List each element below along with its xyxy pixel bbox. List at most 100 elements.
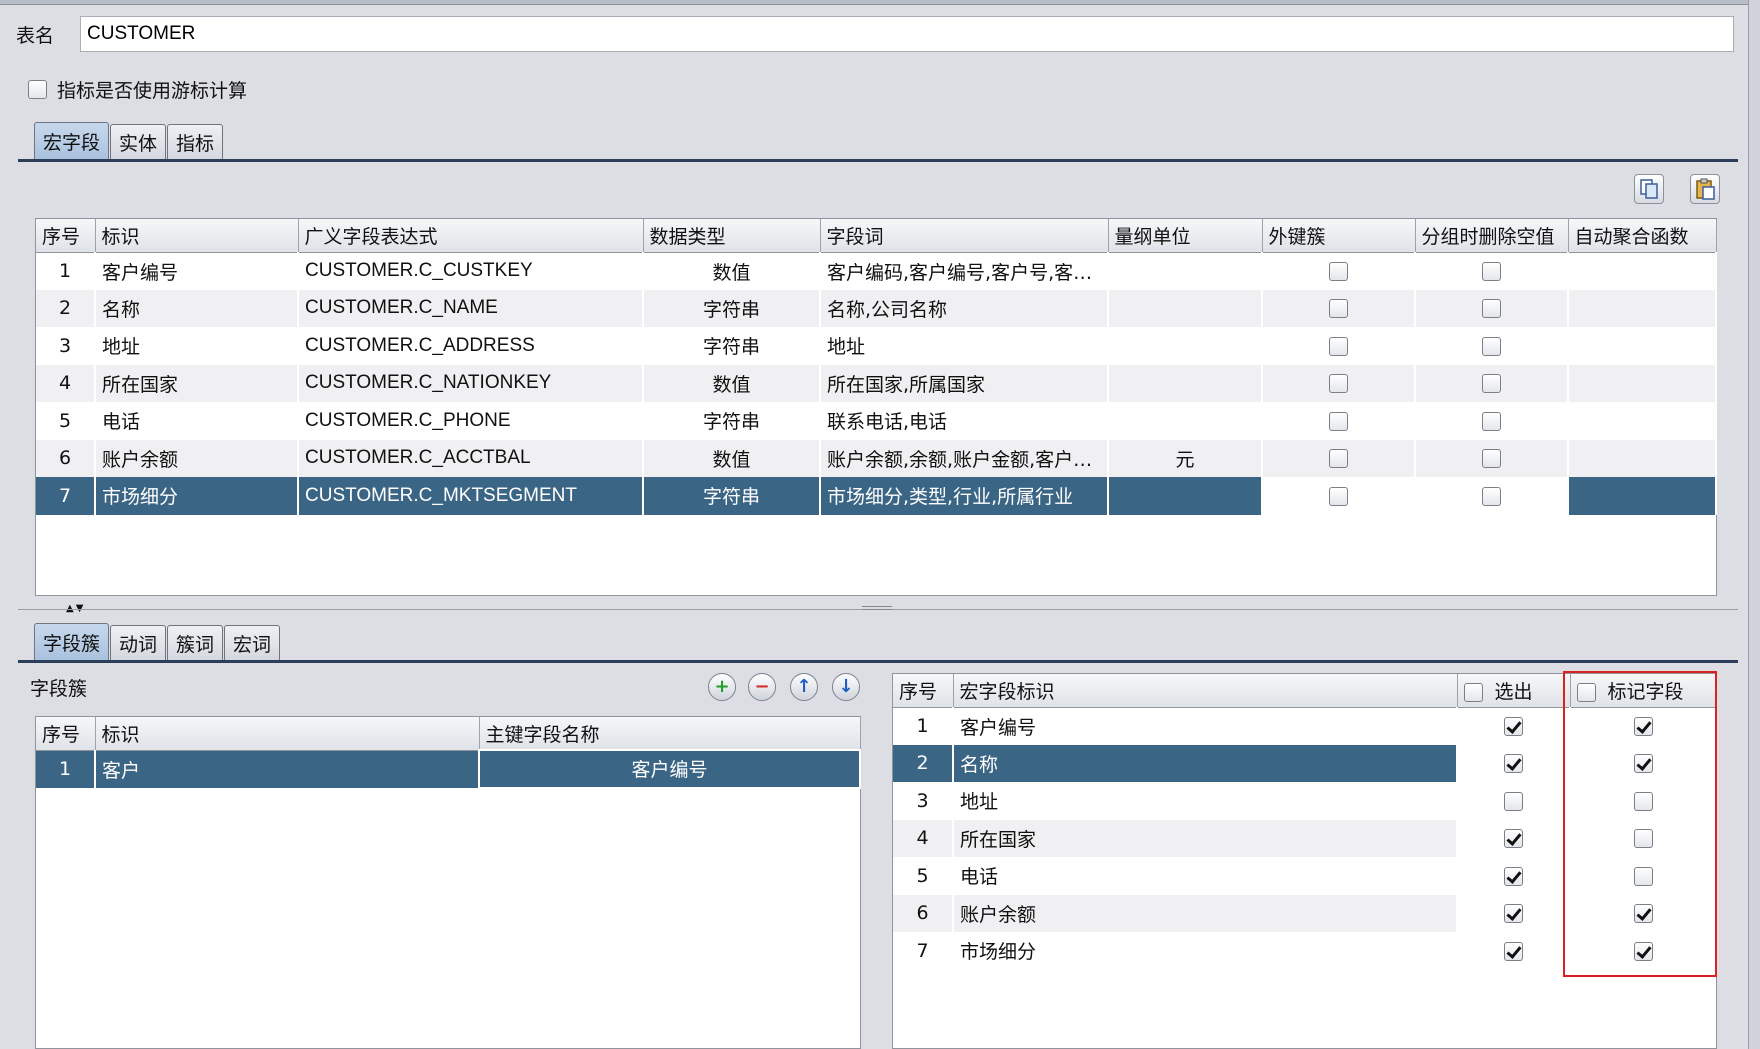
col-header-no[interactable]: 序号 [893, 674, 954, 708]
fk-checkbox[interactable] [1329, 262, 1348, 281]
cell-drop-null[interactable] [1415, 252, 1569, 290]
cell-id[interactable]: 账户余额 [95, 439, 299, 477]
table-row[interactable]: 6 账户余额 CUSTOMER.C_ACCTBAL 数值 账户余额,余额,账户金… [36, 439, 1717, 477]
col-header-no[interactable]: 序号 [36, 219, 96, 253]
tab-cluster-word[interactable]: 簇词 [167, 625, 224, 661]
fk-checkbox[interactable] [1329, 336, 1348, 356]
fk-checkbox[interactable] [1329, 486, 1348, 506]
cell-words[interactable]: 联系电话,电话 [820, 402, 1109, 440]
cell-macro-id[interactable]: 名称 [953, 744, 1458, 782]
cursor-option[interactable]: 指标是否使用游标计算 [28, 76, 247, 103]
select-checkbox[interactable] [1504, 791, 1523, 811]
cell-type[interactable]: 字符串 [643, 289, 821, 327]
select-checkbox[interactable] [1504, 754, 1523, 774]
col-header-select[interactable]: 选出 [1457, 674, 1571, 708]
table-row[interactable]: 5 电话 CUSTOMER.C_PHONE 字符串 联系电话,电话 [36, 402, 1717, 440]
cell-fk[interactable] [1262, 477, 1416, 515]
select-checkbox[interactable] [1504, 941, 1523, 961]
table-row-selected[interactable]: 1 客户 客户编号 [36, 749, 861, 789]
cell-macro-id[interactable]: 市场细分 [953, 932, 1458, 970]
cell-select[interactable] [1457, 894, 1571, 932]
cell-drop-null[interactable] [1415, 364, 1569, 402]
col-header-key-field[interactable]: 主键字段名称 [479, 717, 861, 751]
drop-null-checkbox[interactable] [1482, 411, 1501, 431]
table-name-input[interactable] [80, 16, 1734, 52]
cell-type[interactable]: 数值 [643, 439, 821, 477]
tab-verb[interactable]: 动词 [110, 625, 167, 661]
select-checkbox[interactable] [1504, 829, 1523, 849]
cell-words[interactable]: 所在国家,所属国家 [820, 364, 1109, 402]
fk-checkbox[interactable] [1329, 411, 1348, 431]
cell-expr[interactable]: CUSTOMER.C_CUSTKEY [298, 252, 644, 290]
cell-agg[interactable] [1568, 402, 1717, 440]
cell-select[interactable] [1457, 932, 1571, 970]
fk-checkbox[interactable] [1329, 449, 1348, 469]
drop-null-checkbox[interactable] [1482, 449, 1501, 469]
tab-macro-field[interactable]: 宏字段 [34, 122, 110, 160]
cell-macro-id[interactable]: 地址 [953, 782, 1458, 820]
cell-type[interactable]: 字符串 [643, 327, 821, 365]
cell-expr[interactable]: CUSTOMER.C_NATIONKEY [298, 364, 644, 402]
drop-null-checkbox[interactable] [1482, 374, 1501, 394]
cell-fk[interactable] [1262, 402, 1416, 440]
table-row[interactable]: 4 所在国家 CUSTOMER.C_NATIONKEY 数值 所在国家,所属国家 [36, 364, 1717, 402]
cell-id[interactable]: 客户编号 [95, 252, 299, 290]
cell-fk[interactable] [1262, 364, 1416, 402]
table-row[interactable]: 1 客户编号 CUSTOMER.C_CUSTKEY 数值 客户编码,客户编号,客… [36, 252, 1717, 290]
cell-expr[interactable]: CUSTOMER.C_NAME [298, 289, 644, 327]
cell-id[interactable]: 市场细分 [95, 477, 299, 515]
cell-id[interactable]: 地址 [95, 327, 299, 365]
move-up-icon[interactable]: ↑ [790, 673, 818, 701]
cell-unit[interactable] [1108, 252, 1263, 290]
select-all-checkbox[interactable] [1463, 682, 1483, 702]
col-header-id[interactable]: 标识 [95, 219, 299, 253]
select-checkbox[interactable] [1504, 717, 1523, 736]
cell-unit[interactable] [1108, 364, 1263, 402]
tab-field-cluster[interactable]: 字段簇 [34, 623, 110, 661]
cell-agg[interactable] [1568, 252, 1717, 290]
cell-words[interactable]: 账户余额,余额,账户金额,客户账... [820, 439, 1109, 477]
cell-type[interactable]: 字符串 [643, 477, 821, 515]
cell-drop-null[interactable] [1415, 402, 1569, 440]
cell-id[interactable]: 电话 [95, 402, 299, 440]
col-header-expr[interactable]: 广义字段表达式 [298, 219, 644, 253]
cell-select[interactable] [1457, 707, 1571, 745]
cell-expr[interactable]: CUSTOMER.C_ADDRESS [298, 327, 644, 365]
tab-macro-word[interactable]: 宏词 [224, 625, 281, 661]
col-header-words[interactable]: 字段词 [820, 219, 1109, 253]
cell-fk[interactable] [1262, 327, 1416, 365]
drop-null-checkbox[interactable] [1482, 299, 1501, 319]
cell-agg[interactable] [1568, 289, 1717, 327]
table-row[interactable]: 2 名称 CUSTOMER.C_NAME 字符串 名称,公司名称 [36, 289, 1717, 327]
cell-fk[interactable] [1262, 289, 1416, 327]
move-down-icon[interactable]: ↓ [832, 673, 860, 701]
cell-agg[interactable] [1568, 327, 1717, 365]
cell-select[interactable] [1457, 857, 1571, 895]
col-header-fk[interactable]: 外键簇 [1262, 219, 1416, 253]
cell-expr[interactable]: CUSTOMER.C_PHONE [298, 402, 644, 440]
cell-words[interactable]: 市场细分,类型,行业,所属行业 [820, 477, 1109, 515]
paste-icon[interactable] [1690, 174, 1720, 204]
add-icon[interactable]: + [708, 673, 736, 701]
drop-null-checkbox[interactable] [1482, 486, 1501, 506]
cell-type[interactable]: 数值 [643, 364, 821, 402]
copy-icon[interactable] [1634, 174, 1664, 204]
cell-drop-null[interactable] [1415, 289, 1569, 327]
drop-null-checkbox[interactable] [1482, 262, 1501, 281]
select-checkbox[interactable] [1504, 904, 1523, 924]
cell-type[interactable]: 数值 [643, 252, 821, 290]
cell-id[interactable]: 客户 [95, 750, 480, 788]
cell-unit[interactable]: 元 [1108, 439, 1263, 477]
col-header-no[interactable]: 序号 [36, 717, 96, 751]
table-row-selected[interactable]: 7 市场细分 CUSTOMER.C_MKTSEGMENT 字符串 市场细分,类型… [36, 477, 1717, 515]
col-header-macro-id[interactable]: 宏字段标识 [953, 674, 1458, 708]
cell-agg[interactable] [1568, 364, 1717, 402]
cell-drop-null[interactable] [1415, 477, 1569, 515]
cell-expr[interactable]: CUSTOMER.C_ACCTBAL [298, 439, 644, 477]
col-header-type[interactable]: 数据类型 [643, 219, 821, 253]
cell-words[interactable]: 地址 [820, 327, 1109, 365]
drop-null-checkbox[interactable] [1482, 336, 1501, 356]
cell-id[interactable]: 所在国家 [95, 364, 299, 402]
cell-agg[interactable] [1568, 439, 1717, 477]
cell-agg[interactable] [1568, 477, 1717, 515]
